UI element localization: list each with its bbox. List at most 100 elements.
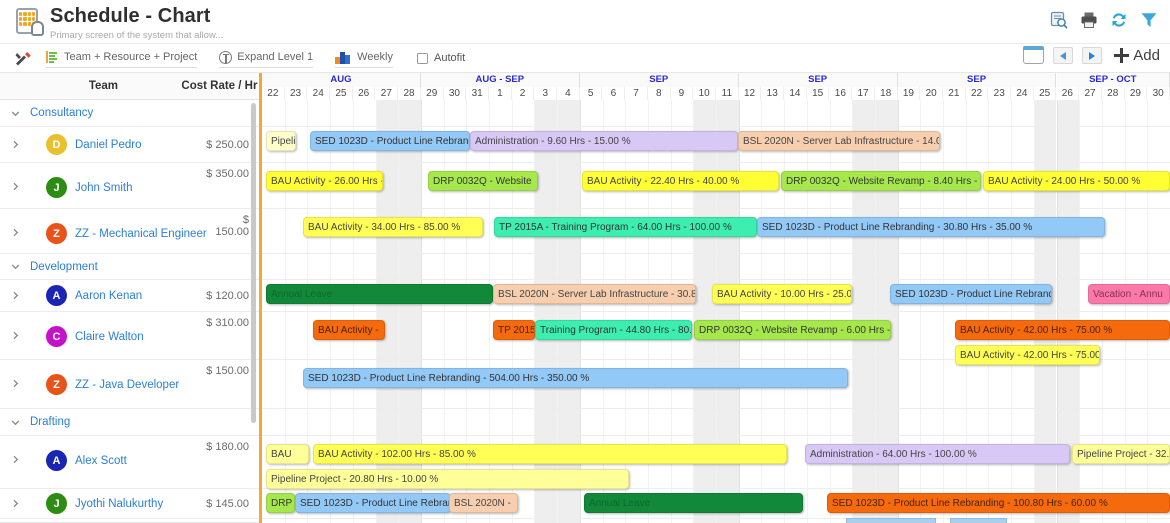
resource-row[interactable]: Z ZZ - Mechanical Engineer $ 150.00 <box>0 209 259 254</box>
expand-icon <box>219 50 233 64</box>
schedule-app-icon <box>14 7 44 37</box>
timeline-day-label: 19 <box>898 87 921 100</box>
grouping-dropdown[interactable]: Team + Resource + Project <box>46 48 198 68</box>
gantt-bar[interactable] <box>950 518 1007 523</box>
vertical-scrollbar[interactable] <box>251 103 256 423</box>
gantt-bar[interactable] <box>846 518 936 523</box>
expand-caret-icon[interactable] <box>0 330 30 341</box>
timeline-month-label: AUG - SEP <box>420 73 580 87</box>
expand-caret-icon[interactable] <box>0 227 30 238</box>
cost-rate: $ 180.00 <box>206 441 249 453</box>
gantt-bar[interactable]: BAU Activity - <box>313 320 385 340</box>
gantt-bar[interactable]: BAU Activity - 22.40 Hrs - 40.00 % <box>582 171 779 191</box>
gantt-bar[interactable]: BAU Activity - 42.00 Hrs - 75.00 % <box>955 345 1100 365</box>
gantt-bar[interactable]: SED 1023D - Product Line Rebranding - <box>310 131 470 151</box>
gantt-bar[interactable]: BSL 2020N - Server Lab Infrastructure - … <box>493 284 696 304</box>
gantt-pane: AUG AUG - SEP SEP SEP SEP SEP - OCT 22 23 24 25 2… <box>262 73 1170 523</box>
gantt-bar[interactable]: Pipeline Project - 32.0 <box>1072 444 1170 464</box>
column-header-rate: Cost Rate / Hr <box>181 80 258 92</box>
resource-row[interactable]: Z ZZ - Java Developer $ 150.00 <box>0 360 259 409</box>
resource-row[interactable]: A Alex Scott $ 180.00 <box>0 436 259 489</box>
tools-icon[interactable] <box>12 51 34 66</box>
filter-icon[interactable] <box>1140 11 1158 29</box>
gantt-bar[interactable]: DRP 0032Q - Website <box>428 171 538 191</box>
gantt-bar[interactable]: Vacation - Annu <box>1088 284 1170 304</box>
gantt-bar[interactable]: DRP 0032Q - Website Revamp - 8.40 Hrs - … <box>781 171 981 191</box>
expand-level-dropdown[interactable]: Expand Level 1 <box>219 48 314 68</box>
resource-row[interactable]: J Jyothi Nalukurthy $ 145.00 <box>0 489 259 519</box>
autofit-checkbox-box[interactable] <box>417 52 429 64</box>
gantt-row <box>262 100 1170 127</box>
timeline-day-label: 15 <box>807 87 830 100</box>
gantt-bar[interactable]: SED 1023D - Product Line Rebranding - <box>295 493 451 513</box>
gantt-bar[interactable]: Administration - 64.00 Hrs - 100.00 % <box>805 444 1070 464</box>
gantt-bar[interactable]: Annual Leave <box>266 284 493 304</box>
expand-caret-icon[interactable] <box>0 290 30 301</box>
gantt-bar[interactable]: BSL 2020N - <box>449 493 518 513</box>
resource-row[interactable]: C Claire Walton $ 310.00 <box>0 312 259 360</box>
gantt-bar[interactable]: TP 2015A - <box>493 320 535 340</box>
resource-row[interactable]: A Aaron Kenan $ 120.00 <box>0 280 259 312</box>
resource-name: ZZ - Java Developer <box>75 378 180 391</box>
avatar: C <box>46 326 67 347</box>
cost-rate: $ 145.00 <box>206 497 249 510</box>
gantt-bar[interactable]: Training Program - 44.80 Hrs - 80.00 % <box>535 320 692 340</box>
gantt-bar[interactable]: BSL 2020N - Server Lab Infrastructure - … <box>738 131 940 151</box>
expand-level-label: Expand Level 1 <box>237 51 314 63</box>
cost-rate: $ 310.00 <box>206 317 249 329</box>
group-row[interactable]: Drafting <box>0 409 259 436</box>
prev-period-button[interactable] <box>1053 47 1074 64</box>
timeline-month-label: AUG <box>262 73 421 87</box>
gantt-bar[interactable]: DRP 0032Q - Website Revamp - 6.00 Hrs - … <box>694 320 891 340</box>
gantt-bar[interactable]: BAU Activity - 24.00 Hrs - 50.00 % <box>983 171 1170 191</box>
autofit-checkbox[interactable]: Autofit <box>417 52 465 64</box>
search-report-icon[interactable] <box>1050 11 1068 29</box>
gantt-bar[interactable]: Pipeli <box>266 131 296 151</box>
expand-caret-icon[interactable] <box>0 378 30 389</box>
print-icon[interactable] <box>1080 11 1098 29</box>
gantt-bar[interactable]: DRP <box>266 493 295 513</box>
gantt-bar[interactable]: Annual Leave <box>584 493 803 513</box>
avatar: J <box>46 493 67 514</box>
gantt-bar[interactable]: BAU <box>266 444 309 464</box>
gantt-bar[interactable]: BAU Activity - 102.00 Hrs - 85.00 % <box>313 444 787 464</box>
gantt-bar[interactable]: SED 1023D - Product Line Rebranding - 30… <box>757 217 1105 237</box>
next-period-button[interactable] <box>1082 47 1103 64</box>
app-header: Schedule - Chart Primary screen of the s… <box>0 0 1170 44</box>
timeline-day-label: 24 <box>307 87 331 100</box>
timeline-header: AUG AUG - SEP SEP SEP SEP SEP - OCT 22 23 24 25 2… <box>262 73 1170 100</box>
gantt-bar[interactable]: SED 1023D - Product Line Rebranding - 50… <box>303 368 848 388</box>
gantt-bar[interactable]: SED 1023D - Product Line Rebranding - <box>890 284 1052 304</box>
timeline-day-label: 3 <box>534 87 558 100</box>
timeline-month-label: SEP <box>897 73 1057 87</box>
gantt-bar[interactable]: BAU Activity - 42.00 Hrs - 75.00 % <box>955 320 1170 340</box>
gantt-bar[interactable]: SED 1023D - Product Line Rebranding - 10… <box>827 493 1170 513</box>
add-button[interactable]: Add <box>1113 47 1160 64</box>
resource-name: Jyothi Nalukurthy <box>75 497 164 510</box>
group-row[interactable]: Consultancy <box>0 100 259 127</box>
gantt-bar[interactable]: TP 2015A - Training Program - 64.00 Hrs … <box>494 217 757 237</box>
grid-header: Team Cost Rate / Hr <box>0 73 259 100</box>
timeline-day-label: 7 <box>625 87 648 100</box>
collapse-caret-icon[interactable] <box>0 417 30 428</box>
gantt-bar[interactable]: Administration - 9.60 Hrs - 15.00 % <box>470 131 738 151</box>
collapse-caret-icon[interactable] <box>0 108 30 119</box>
resource-row[interactable]: J John Smith $ 350.00 <box>0 163 259 209</box>
expand-caret-icon[interactable] <box>0 454 30 465</box>
gantt-bar[interactable]: BAU Activity - 10.00 Hrs - 25.00 % <box>712 284 852 304</box>
timeline-day-label: 23 <box>285 87 308 100</box>
refresh-icon[interactable] <box>1110 11 1128 29</box>
collapse-caret-icon[interactable] <box>0 261 30 272</box>
timeline-day-label: 28 <box>398 87 421 100</box>
timescale-dropdown[interactable]: Weekly <box>335 48 394 68</box>
expand-caret-icon[interactable] <box>0 139 30 150</box>
calendar-icon[interactable] <box>1023 46 1045 65</box>
expand-caret-icon[interactable] <box>0 181 30 192</box>
gantt-bar[interactable]: BAU Activity - 34.00 Hrs - 85.00 % <box>303 217 483 237</box>
gantt-bar[interactable]: Pipeline Project - 20.80 Hrs - 10.00 % <box>266 469 629 489</box>
gantt-bar[interactable]: BAU Activity - 26.00 Hrs - <box>266 171 383 191</box>
group-row[interactable]: Development <box>0 254 259 280</box>
expand-caret-icon[interactable] <box>0 498 30 509</box>
resource-row[interactable]: D Daniel Pedro $ 250.00 <box>0 127 259 163</box>
timeline-day-label: 31 <box>466 87 489 100</box>
